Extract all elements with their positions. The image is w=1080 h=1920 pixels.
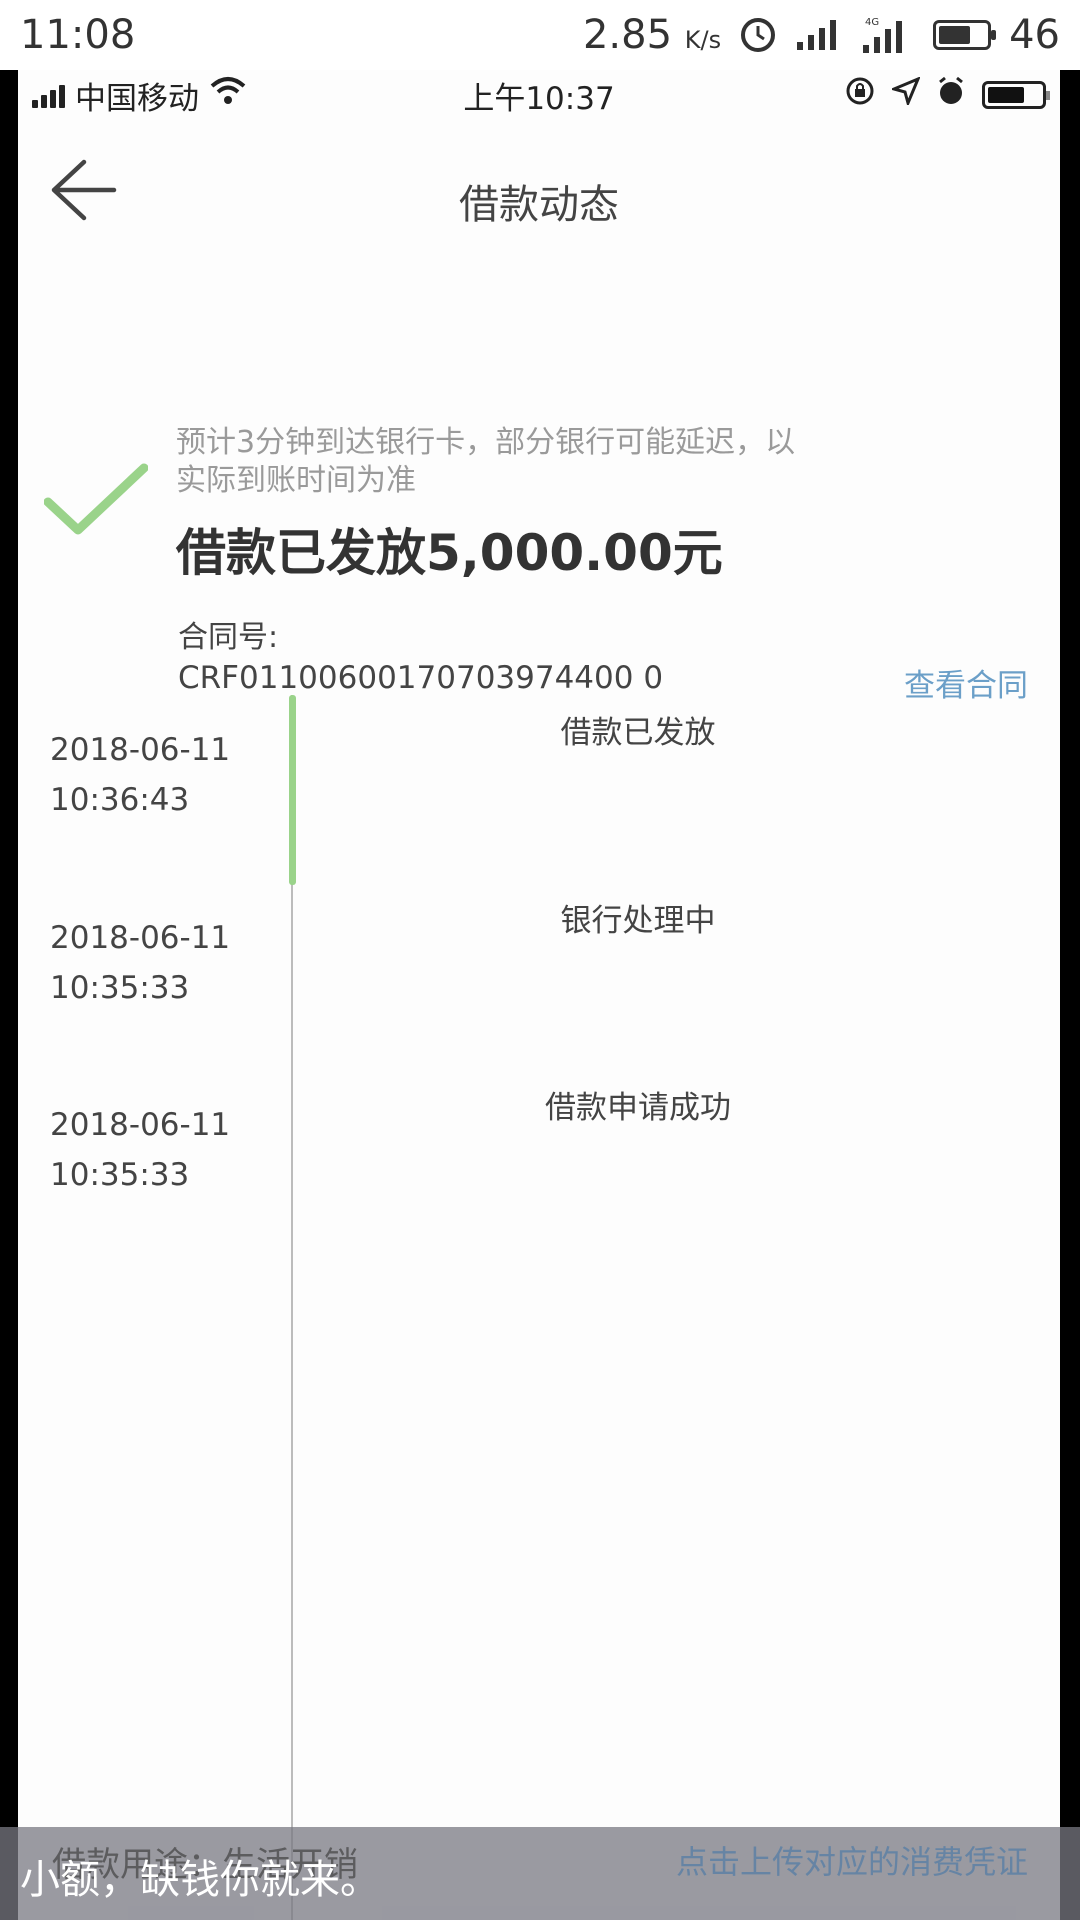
timeline-label: 借款已发放 — [560, 715, 716, 751]
outer-status-bar: 11:08 2.85 K/s 4G 46 — [0, 0, 1080, 70]
network-speed-unit: K/s — [684, 26, 722, 54]
timeline-time: 10:35:33 — [50, 1157, 190, 1193]
timeline-label: 银行处理中 — [560, 903, 716, 939]
timeline-datetime: 2018-06-11 10:36:43 — [50, 725, 230, 825]
location-icon — [889, 76, 921, 113]
caption-text: 小额，缺钱你就来。 — [20, 1857, 380, 1903]
battery-fill — [939, 26, 971, 44]
inner-battery-icon — [982, 81, 1050, 109]
signal-4g-icon: 4G — [861, 15, 915, 55]
timeline: 借款已发放 2018-06-11 10:36:43 银行处理中 2018-06-… — [18, 695, 1060, 1920]
contract-number: CRF01100600170703974400 0 — [178, 660, 664, 696]
nav-bar: 借款动态 — [18, 132, 1060, 232]
timeline-item: 借款申请成功 2018-06-11 10:35:33 — [18, 1090, 1060, 1290]
inner-battery-fill — [988, 87, 1024, 103]
status-indicators: 2.85 K/s 4G 46 — [583, 12, 1060, 58]
timeline-date: 2018-06-11 — [50, 1107, 231, 1143]
alarm-icon — [739, 16, 777, 54]
timeline-datetime: 2018-06-11 10:35:33 — [50, 1100, 230, 1200]
timeline-datetime: 2018-06-11 10:35:33 — [50, 913, 230, 1013]
check-icon — [44, 463, 148, 535]
alarm-clock-icon — [936, 76, 966, 114]
upload-voucher-link[interactable]: 点击上传对应的消费凭证 — [676, 1837, 1028, 1883]
battery-level: 46 — [1009, 12, 1060, 58]
timeline-time: 10:35:33 — [50, 970, 190, 1006]
timeline-time: 10:36:43 — [50, 782, 190, 818]
battery-icon — [933, 20, 997, 50]
contract-label: 合同号: — [178, 620, 279, 655]
rotation-lock-icon — [844, 75, 876, 115]
timeline-date: 2018-06-11 — [50, 732, 231, 768]
arrival-notice: 预计3分钟到达银行卡，部分银行可能延迟，以实际到账时间为准 — [176, 425, 796, 498]
signal-icon — [795, 18, 843, 52]
page-title: 借款动态 — [459, 182, 619, 228]
loan-amount: 借款已发放5,000.00元 — [176, 524, 723, 582]
caption-overlay: 借款用途：生活开销 点击上传对应的消费凭证 小额，缺钱你就来。 — [0, 1827, 1080, 1920]
app-screen: 中国移动 上午10:37 借款动态 预计3分钟到达银行卡，部分银行可能延迟，以实… — [18, 70, 1060, 1920]
inner-indicators — [844, 75, 1050, 115]
network-speed: 2.85 K/s — [583, 12, 721, 58]
battery-frame — [933, 20, 997, 50]
network-speed-value: 2.85 — [582, 12, 673, 58]
status-time: 11:08 — [20, 12, 136, 58]
timeline-item: 借款已发放 2018-06-11 10:36:43 — [18, 715, 1060, 915]
network-4g-label: 4G — [865, 17, 879, 28]
timeline-label: 借款申请成功 — [545, 1090, 731, 1126]
timeline-date: 2018-06-11 — [50, 920, 231, 956]
inner-status-bar: 中国移动 上午10:37 — [18, 70, 1060, 120]
timeline-item: 银行处理中 2018-06-11 10:35:33 — [18, 903, 1060, 1103]
